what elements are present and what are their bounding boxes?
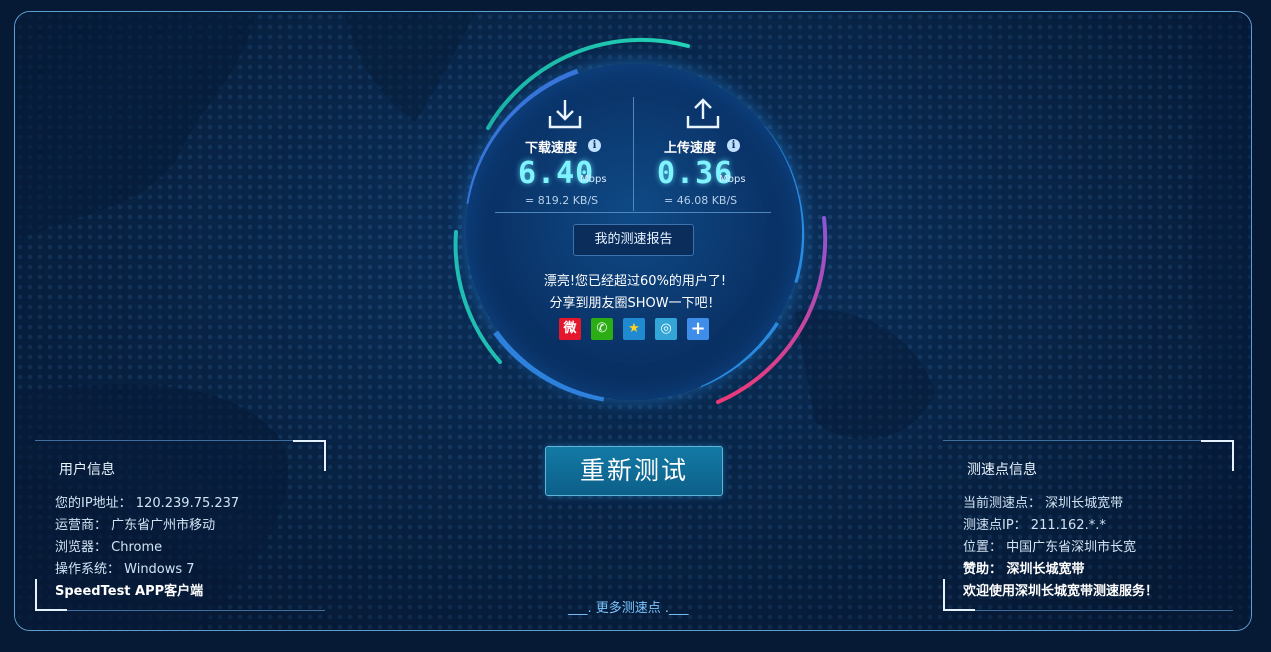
node-ip: 测速点IP： 211.162.*.* <box>963 518 1106 533</box>
more-test-nodes-link[interactable]: ___. 更多测速点 .___ <box>568 597 689 616</box>
download-label: 下载速度 <box>525 141 578 156</box>
weibo-icon[interactable]: 微 <box>559 318 581 340</box>
user-isp: 运营商： 广东省广州市移动 <box>55 518 216 533</box>
download-arrow-icon <box>548 100 582 129</box>
speed-divider-vertical <box>633 97 634 211</box>
node-info-title: 测速点信息 <box>967 462 1037 478</box>
share-prompt-text: 分享到朋友圈SHOW一下吧！ <box>549 296 721 311</box>
more-share-icon[interactable]: + <box>687 318 709 340</box>
upload-unit: Mbps <box>719 174 746 185</box>
download-info-icon[interactable]: i <box>588 139 601 152</box>
wechat-icon[interactable]: ✆ <box>591 318 613 340</box>
speed-divider-horizontal <box>495 212 771 213</box>
user-os: 操作系统： Windows 7 <box>55 562 195 577</box>
user-browser: 浏览器： Chrome <box>55 540 163 555</box>
speedtest-app-link[interactable]: SpeedTest APP客户端 <box>55 580 203 599</box>
upload-label: 上传速度 <box>664 141 717 156</box>
user-info-title: 用户信息 <box>59 462 115 478</box>
user-info-box: 用户信息 您的IP地址： 120.239.75.237 运营商： 广东省广州市移… <box>35 440 326 611</box>
user-ip: 您的IP地址： 120.239.75.237 <box>55 496 240 511</box>
congrats-text: 漂亮!您已经超过60%的用户了! <box>543 274 727 289</box>
upload-kbs: = 46.08 KB/S <box>664 194 738 207</box>
upload-info-icon[interactable]: i <box>727 139 740 152</box>
retest-button[interactable]: 重新测试 <box>545 446 723 496</box>
qzone-icon[interactable]: ★ <box>623 318 645 340</box>
node-sponsor: 赞助： 深圳长城宽带 <box>963 562 1085 577</box>
node-welcome-text: 欢迎使用深圳长城宽带测速服务！ <box>963 584 1159 599</box>
upload-arrow-icon <box>686 98 720 129</box>
test-node-info-box: 测速点信息 当前测速点： 深圳长城宽带 测速点IP： 211.162.*.* 位… <box>943 440 1234 611</box>
node-location: 位置： 中国广东省深圳市长宽 <box>963 540 1137 555</box>
download-kbs: = 819.2 KB/S <box>525 194 599 207</box>
download-unit: Mbps <box>580 174 607 185</box>
my-speed-report-button[interactable]: 我的测速报告 <box>573 224 694 256</box>
current-node: 当前测速点： 深圳长城宽带 <box>963 496 1124 511</box>
tencent-weibo-icon[interactable]: ◎ <box>655 318 677 340</box>
